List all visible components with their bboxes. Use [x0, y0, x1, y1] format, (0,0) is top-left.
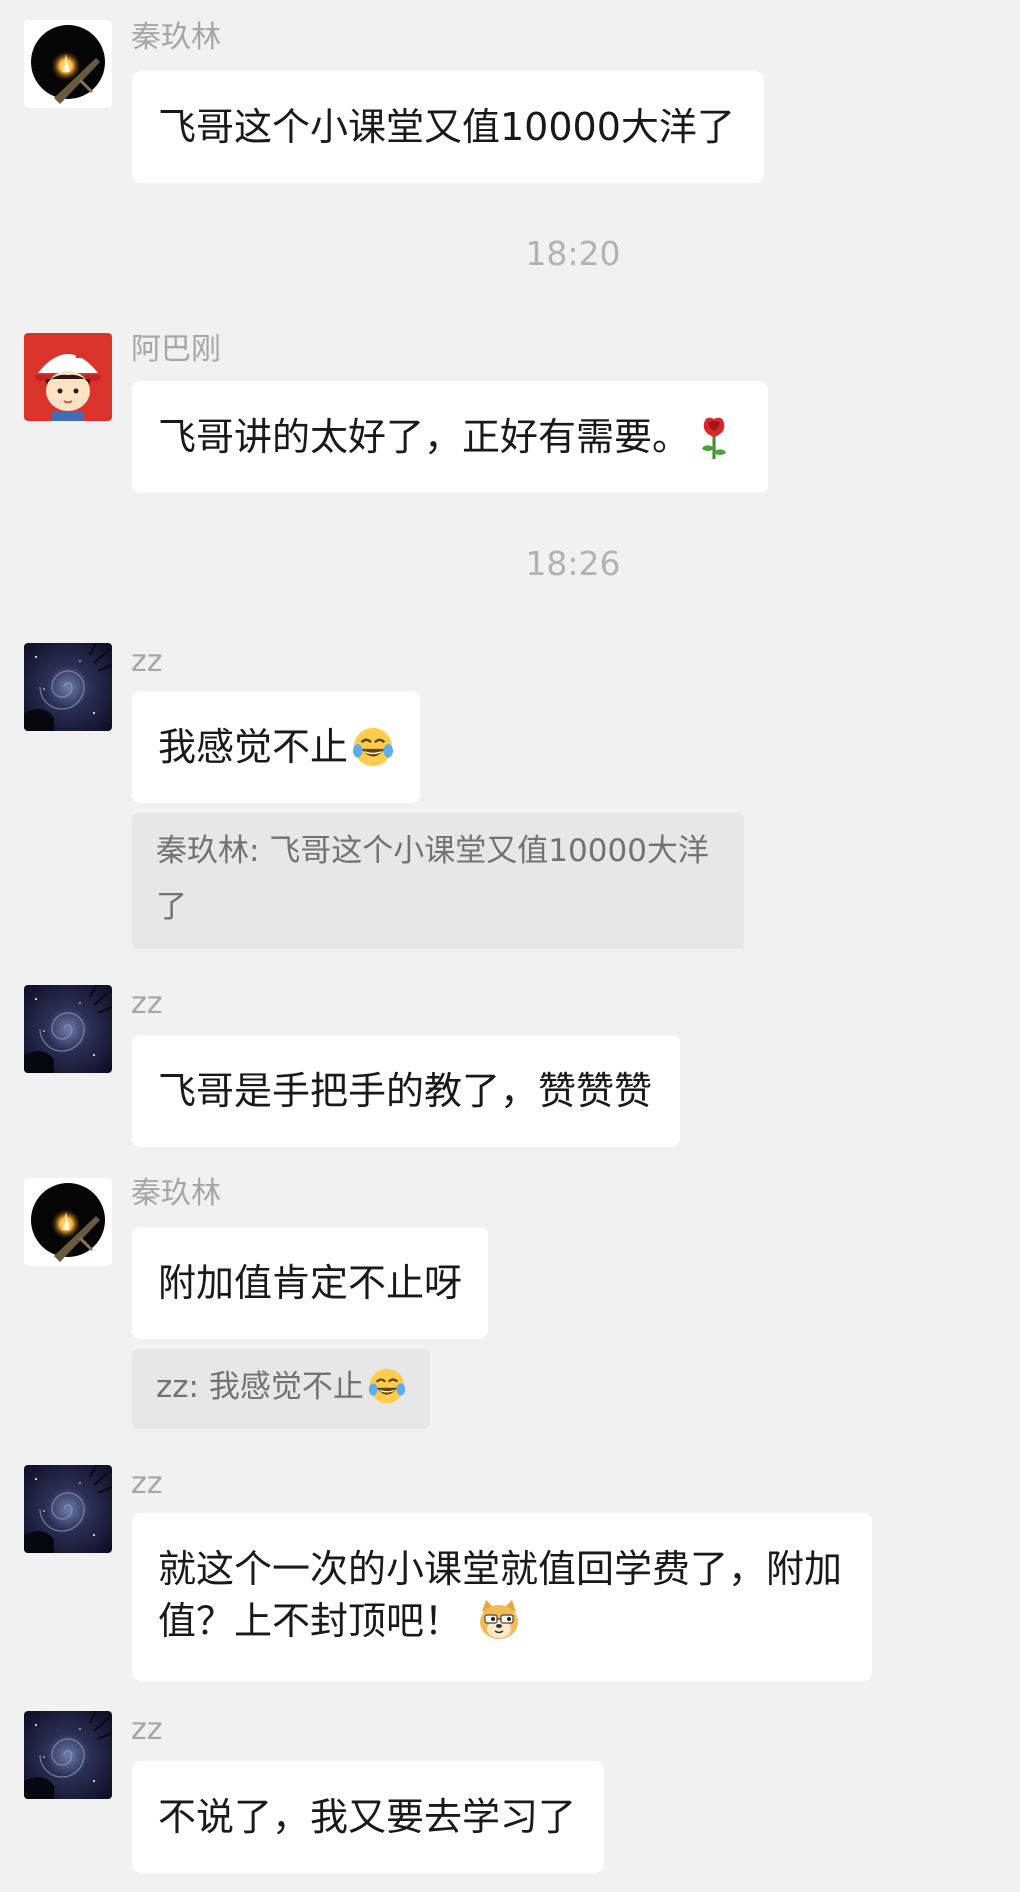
night-sky-avatar-icon — [24, 643, 112, 731]
avatar[interactable] — [24, 20, 112, 108]
tears-of-joy-icon — [352, 726, 394, 768]
message-bubble[interactable]: 就这个一次的小课堂就值回学费了，附加 值？上不封顶吧！ — [132, 1513, 872, 1681]
chat-message-list[interactable]: 秦玖林 飞哥这个小课堂又值10000大洋了 18:20 阿巴刚 飞哥讲的太好了，… — [0, 0, 1020, 1892]
message-text: 我感觉不止 — [158, 725, 349, 769]
message-line: 就这个一次的小课堂就值回学费了，附加 — [158, 1547, 843, 1591]
message-text: 飞哥这个小课堂又值10000大洋了 — [158, 105, 735, 149]
quote-text: zz: 我感觉不止 — [156, 1369, 364, 1405]
campfire-avatar-icon — [24, 1178, 112, 1266]
avatar[interactable] — [24, 985, 112, 1073]
avatar[interactable] — [24, 1465, 112, 1553]
message-text: 就这个一次的小课堂就值回学费了，附加 值？上不封顶吧！ — [158, 1543, 842, 1647]
message-bubble[interactable]: 我感觉不止 — [132, 691, 420, 803]
message-text: 飞哥讲的太好了，正好有需要。 — [158, 415, 691, 459]
sender-name: 秦玖林 — [131, 1176, 221, 1211]
message-bubble[interactable]: 飞哥是手把手的教了，赞赞赞 — [132, 1035, 680, 1147]
quoted-message[interactable]: zz: 我感觉不止 — [132, 1349, 430, 1429]
message-bubble[interactable]: 飞哥讲的太好了，正好有需要。 — [132, 381, 768, 493]
message-bubble[interactable]: 飞哥这个小课堂又值10000大洋了 — [132, 71, 764, 183]
message-line-2: 值？上不封顶吧！ — [158, 1595, 842, 1647]
quoted-message[interactable]: 秦玖林: 飞哥这个小课堂又值10000大洋了 — [132, 813, 744, 949]
sender-name: zz — [131, 644, 163, 679]
quote-text: 秦玖林: 飞哥这个小课堂又值10000大洋了 — [156, 833, 709, 925]
avatar[interactable] — [24, 1178, 112, 1266]
sender-name: zz — [131, 986, 163, 1021]
avatar[interactable] — [24, 1711, 112, 1799]
message-line-text: 值？上不封顶吧！ — [158, 1599, 463, 1643]
sender-name: 秦玖林 — [131, 20, 221, 55]
tears-of-joy-icon — [367, 1367, 406, 1405]
message-text: 附加值肯定不止呀 — [158, 1261, 463, 1305]
message-bubble[interactable]: 不说了，我又要去学习了 — [132, 1761, 604, 1873]
night-sky-avatar-icon — [24, 985, 112, 1073]
timestamp: 18:20 — [525, 234, 621, 273]
sender-name: zz — [131, 1712, 163, 1747]
campfire-avatar-icon — [24, 20, 112, 108]
doge-icon — [479, 1599, 519, 1640]
avatar[interactable] — [24, 643, 112, 731]
message-text: 不说了，我又要去学习了 — [158, 1795, 577, 1839]
message-text: 飞哥是手把手的教了，赞赞赞 — [158, 1069, 653, 1113]
night-sky-avatar-icon — [24, 1711, 112, 1799]
message-bubble[interactable]: 附加值肯定不止呀 — [132, 1227, 488, 1339]
sender-name: 阿巴刚 — [131, 332, 221, 367]
rose-icon — [700, 416, 728, 461]
night-sky-avatar-icon — [24, 1465, 112, 1553]
sender-name: zz — [131, 1466, 163, 1501]
avatar[interactable] — [24, 333, 112, 421]
timestamp: 18:26 — [525, 544, 621, 583]
cartoon-boy-cap-avatar-icon — [24, 333, 112, 421]
